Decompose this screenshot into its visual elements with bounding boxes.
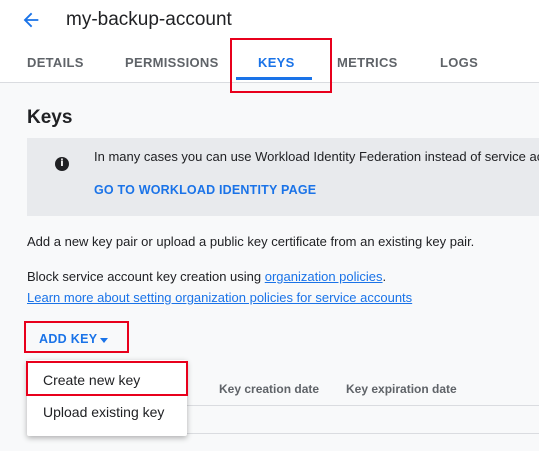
tab-logs[interactable]: LOGS — [440, 44, 478, 82]
page-title: my-backup-account — [66, 9, 232, 30]
create-key-highlight — [26, 361, 188, 396]
keys-tab-highlight — [230, 38, 332, 93]
add-key-description: Add a new key pair or upload a public ke… — [27, 234, 475, 249]
tab-metrics[interactable]: METRICS — [337, 44, 398, 82]
menu-item-upload-existing-key[interactable]: Upload existing key — [27, 396, 187, 428]
column-key-creation-date[interactable]: Key creation date — [219, 382, 319, 396]
column-key-expiration-date[interactable]: Key expiration date — [346, 382, 457, 396]
learn-more-text: Learn more about setting organization po… — [27, 290, 412, 305]
block-key-prefix: Block service account key creation using — [27, 269, 265, 284]
section-heading: Keys — [27, 107, 73, 128]
block-key-suffix: . — [382, 269, 387, 284]
learn-more-link[interactable]: Learn more about setting organization po… — [27, 290, 412, 305]
info-banner-text: In many cases you can use Workload Ident… — [94, 149, 539, 164]
block-key-text: Block service account key creation using… — [27, 269, 386, 284]
organization-policies-link[interactable]: organization policies — [265, 269, 383, 284]
arrow-back-icon[interactable] — [20, 9, 42, 31]
workload-identity-link[interactable]: GO TO WORKLOAD IDENTITY PAGE — [94, 183, 316, 197]
tab-permissions[interactable]: PERMISSIONS — [125, 44, 219, 82]
info-icon: i — [55, 157, 69, 171]
add-key-highlight — [24, 321, 129, 353]
tab-details[interactable]: DETAILS — [27, 44, 84, 82]
